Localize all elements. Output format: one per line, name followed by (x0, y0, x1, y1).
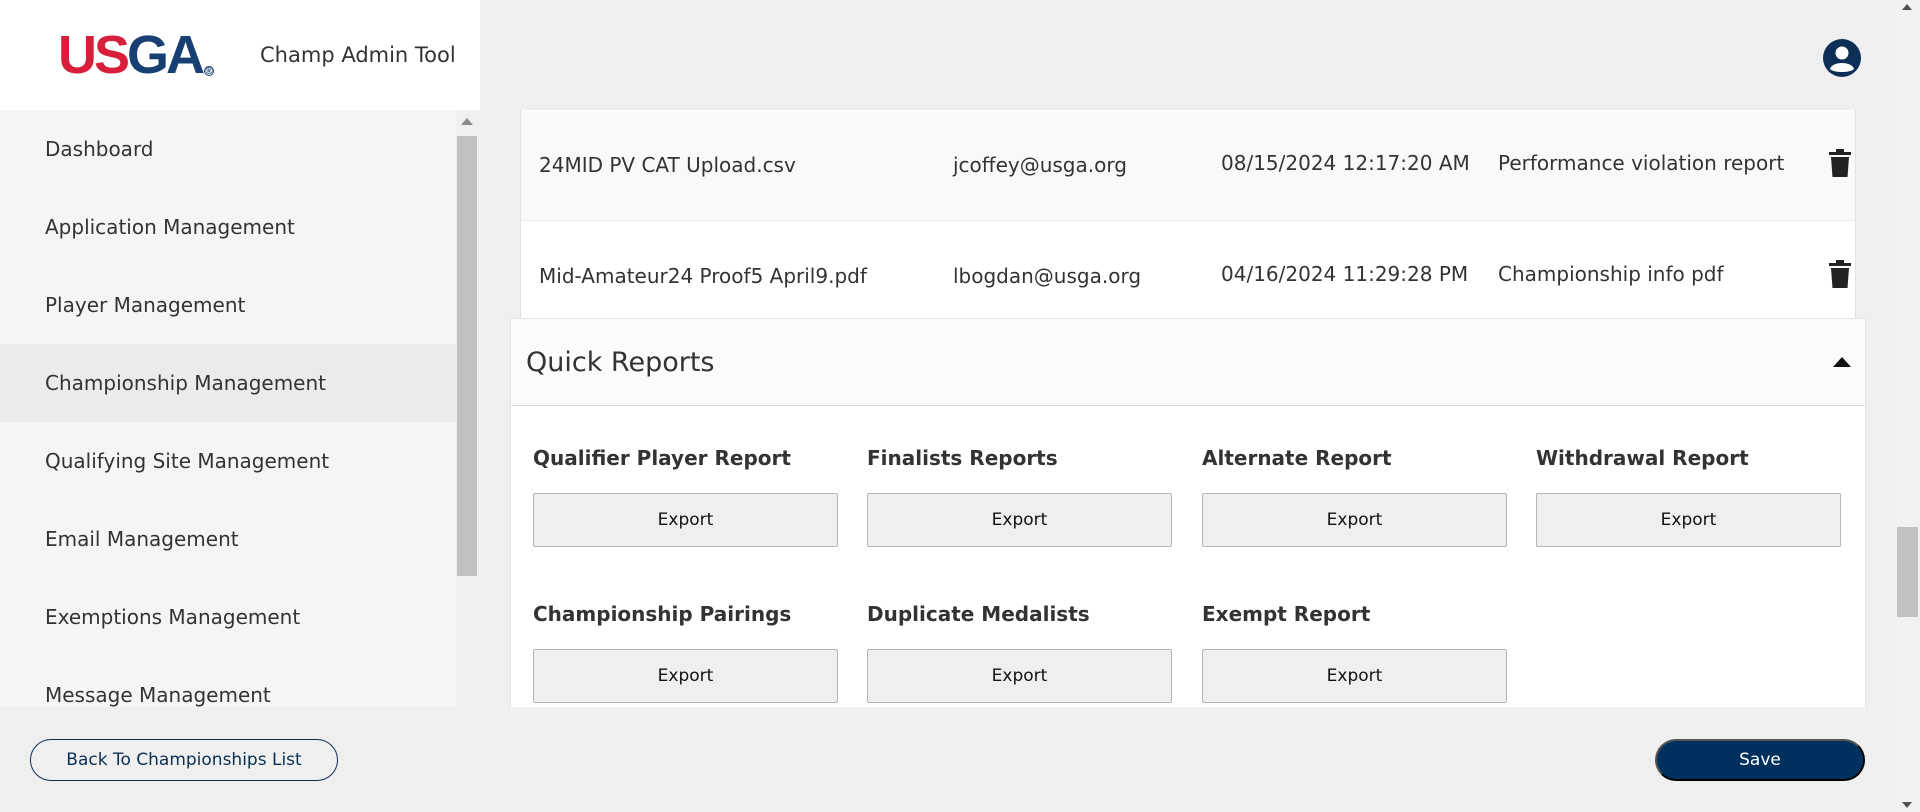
save-button[interactable]: Save (1655, 739, 1865, 781)
report-withdrawal: Withdrawal Report Export (1536, 446, 1841, 547)
app-title: Champ Admin Tool (260, 43, 456, 67)
sidebar-item-message-management[interactable]: Message Management (0, 656, 456, 707)
report-exempt: Exempt Report Export (1202, 602, 1507, 703)
sidebar-item-exemptions-management[interactable]: Exemptions Management (0, 578, 456, 656)
table-row: 24MID PV CAT Upload.csv jcoffey@usga.org… (521, 111, 1855, 221)
scroll-up-icon[interactable] (461, 118, 473, 125)
scroll-up-icon[interactable] (1902, 4, 1912, 10)
file-date: 04/16/2024 11:29:28 PM (1221, 262, 1469, 286)
file-uploader: jcoffey@usga.org (953, 153, 1127, 177)
user-circle-icon[interactable] (1822, 38, 1862, 78)
report-qualifier-player: Qualifier Player Report Export (533, 446, 838, 547)
export-button[interactable]: Export (533, 493, 838, 547)
report-label: Alternate Report (1202, 446, 1392, 470)
report-label: Qualifier Player Report (533, 446, 791, 470)
report-label: Championship Pairings (533, 602, 792, 626)
header-brand: US GA ® Champ Admin Tool (0, 0, 480, 110)
trash-icon[interactable] (1829, 260, 1851, 288)
collapse-caret-icon[interactable] (1833, 357, 1851, 367)
section-title: Quick Reports (526, 347, 715, 378)
quick-reports-header[interactable]: Quick Reports (510, 318, 1866, 406)
export-button[interactable]: Export (867, 493, 1172, 547)
sidebar-item-championship-management[interactable]: Championship Management (0, 344, 456, 422)
report-label: Withdrawal Report (1536, 446, 1749, 470)
file-uploader: lbogdan@usga.org (953, 264, 1142, 288)
export-button[interactable]: Export (1536, 493, 1841, 547)
report-finalists: Finalists Reports Export (867, 446, 1172, 547)
sidebar-item-player-management[interactable]: Player Management (0, 266, 456, 344)
back-to-championships-button[interactable]: Back To Championships List (30, 739, 338, 781)
export-button[interactable]: Export (533, 649, 838, 703)
usga-logo[interactable]: US GA ® (58, 28, 215, 82)
sidebar-scrollbar[interactable] (456, 110, 478, 707)
main-content: 24MID PV CAT Upload.csv jcoffey@usga.org… (478, 110, 1895, 707)
export-button[interactable]: Export (1202, 493, 1507, 547)
sidebar-scroll-thumb[interactable] (457, 136, 477, 576)
file-date: 08/15/2024 12:17:20 AM (1221, 151, 1470, 175)
report-label: Duplicate Medalists (867, 602, 1090, 626)
sidebar-item-qualifying-site-management[interactable]: Qualifying Site Management (0, 422, 456, 500)
file-type: Performance violation report (1498, 151, 1785, 175)
table-row: Mid-Amateur24 Proof5 April9.pdf lbogdan@… (521, 222, 1855, 332)
sidebar-item-email-management[interactable]: Email Management (0, 500, 456, 578)
report-label: Exempt Report (1202, 602, 1371, 626)
page-scrollbar[interactable] (1895, 0, 1920, 812)
file-type: Championship info pdf (1498, 262, 1724, 286)
registered-mark: ® (204, 66, 215, 77)
report-duplicate-medalists: Duplicate Medalists Export (867, 602, 1172, 703)
export-button[interactable]: Export (867, 649, 1172, 703)
sidebar-nav: Dashboard Application Management Player … (0, 110, 456, 707)
top-bar (480, 0, 1920, 110)
page-scroll-thumb[interactable] (1897, 527, 1918, 617)
scroll-down-icon[interactable] (1902, 802, 1912, 808)
report-label: Finalists Reports (867, 446, 1058, 470)
footer-bar: Back To Championships List Save (0, 707, 1895, 812)
report-championship-pairings: Championship Pairings Export (533, 602, 838, 703)
sidebar-item-application-management[interactable]: Application Management (0, 188, 456, 266)
file-name[interactable]: 24MID PV CAT Upload.csv (539, 153, 796, 177)
trash-icon[interactable] (1829, 149, 1851, 177)
quick-reports-body: Qualifier Player Report Export Finalists… (510, 406, 1866, 707)
report-alternate: Alternate Report Export (1202, 446, 1507, 547)
export-button[interactable]: Export (1202, 649, 1507, 703)
file-name[interactable]: Mid-Amateur24 Proof5 April9.pdf (539, 264, 867, 288)
sidebar-item-dashboard[interactable]: Dashboard (0, 110, 456, 188)
